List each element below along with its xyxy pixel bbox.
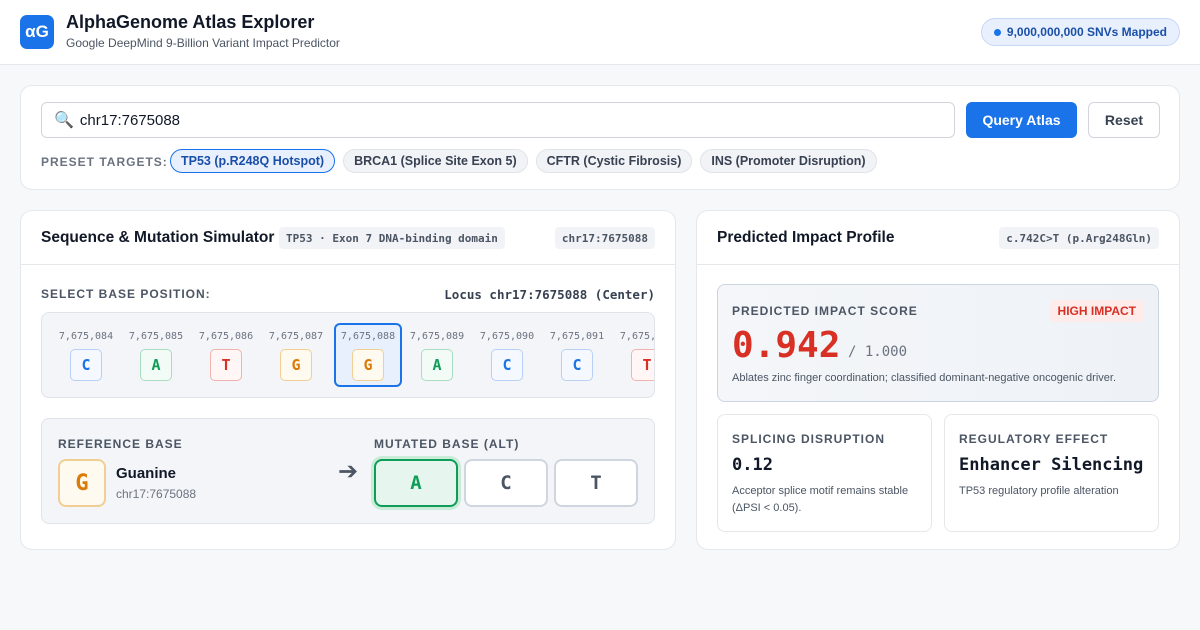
mutation-box: REFERENCE BASE G Guanine chr17:7675088 ➔… [41, 418, 655, 524]
panel-title: Sequence & Mutation Simulator [41, 229, 275, 246]
hgvs-tag: c.742C>T (p.Arg248Gln) [999, 227, 1159, 249]
base-position[interactable]: 7,675,089 A [403, 323, 471, 387]
preset-chip-ins[interactable]: INS (Promoter Disruption) [700, 149, 877, 173]
impact-score-card: PREDICTED IMPACT SCORE HIGH IMPACT 0.942… [717, 284, 1159, 402]
impact-score-value: 0.942 [732, 325, 841, 366]
splicing-description: Acceptor splice motif remains stable (ΔP… [732, 485, 909, 514]
search-box[interactable]: 🔍 [41, 102, 955, 138]
reference-base-label: REFERENCE BASE [58, 437, 183, 451]
base-tile: T [210, 349, 242, 381]
position-number: 7,675,084 [58, 331, 114, 342]
mutated-base-label: MUTATED BASE (ALT) [374, 437, 520, 451]
position-number: 7,675,087 [268, 331, 324, 342]
preset-targets-label: PRESET TARGETS: [41, 155, 168, 169]
base-tile: C [70, 349, 102, 381]
base-tile: G [280, 349, 312, 381]
preset-chip-tp53[interactable]: TP53 (p.R248Q Hotspot) [170, 149, 336, 173]
base-tile: C [491, 349, 523, 381]
position-number: 7,675,090 [479, 331, 535, 342]
impact-profile-panel: Predicted Impact Profile c.742C>T (p.Arg… [696, 210, 1180, 550]
reference-base-tile: G [58, 459, 106, 507]
position-number: 7,675,091 [549, 331, 605, 342]
alt-base-button-c[interactable]: C [464, 459, 548, 507]
search-icon: 🔍 [54, 112, 74, 129]
base-position-selected[interactable]: 7,675,088 G [334, 323, 402, 387]
panel-header: Predicted Impact Profile c.742C>T (p.Arg… [697, 211, 1179, 265]
app-logo: αG [20, 15, 54, 49]
position-number: 7,675,088 [340, 331, 396, 342]
splicing-disruption-card: SPLICING DISRUPTION 0.12 Acceptor splice… [717, 414, 932, 532]
status-dot-icon [993, 28, 1001, 36]
base-position-strip: 7,675,084 C 7,675,085 A 7,675,086 T 7,67… [41, 312, 655, 398]
locus-tag: chr17:7675088 [554, 227, 655, 249]
top-bar: αG AlphaGenome Atlas Explorer Google Dee… [0, 0, 1200, 65]
base-position[interactable]: 7,675,092 T [613, 323, 655, 387]
base-tile: T [631, 349, 654, 381]
snv-status-text: 9,000,000,000 SNVs Mapped [1006, 25, 1167, 39]
search-input[interactable] [79, 111, 920, 129]
base-tile: A [140, 349, 172, 381]
search-card: 🔍 Query Atlas Reset PRESET TARGETS: TP53… [20, 85, 1180, 190]
impact-score-label: PREDICTED IMPACT SCORE [732, 304, 918, 318]
regulatory-value: Enhancer Silencing [959, 455, 1144, 475]
splicing-value: 0.12 [732, 455, 773, 475]
base-tile: A [421, 349, 453, 381]
impact-score-max: / 1.000 [848, 344, 908, 360]
position-number: 7,675,089 [409, 331, 465, 342]
sequence-simulator-panel: Sequence & Mutation Simulator TP53 · Exo… [20, 210, 676, 550]
base-position[interactable]: 7,675,091 C [543, 323, 611, 387]
reference-base-coord: chr17:7675088 [116, 487, 197, 501]
panel-title: Predicted Impact Profile [717, 229, 895, 246]
position-number: 7,675,086 [198, 331, 254, 342]
preset-chip-cftr[interactable]: CFTR (Cystic Fibrosis) [535, 149, 693, 173]
preset-targets-list: TP53 (p.R248Q Hotspot) BRCA1 (Splice Sit… [170, 149, 877, 173]
impact-score-description: Ablates zinc finger coordination; classi… [732, 372, 1116, 384]
regulatory-label: REGULATORY EFFECT [959, 432, 1109, 446]
snv-status-pill: 9,000,000,000 SNVs Mapped [980, 18, 1180, 46]
impact-level-badge: HIGH IMPACT [1049, 300, 1144, 322]
regulatory-effect-card: REGULATORY EFFECT Enhancer Silencing TP5… [944, 414, 1159, 532]
base-tile: G [352, 349, 384, 381]
app-title: AlphaGenome Atlas Explorer [66, 12, 315, 32]
reset-button[interactable]: Reset [1088, 102, 1160, 138]
panel-header: Sequence & Mutation Simulator TP53 · Exo… [21, 211, 675, 265]
preset-chip-brca1[interactable]: BRCA1 (Splice Site Exon 5) [343, 149, 528, 173]
base-position[interactable]: 7,675,085 A [122, 323, 190, 387]
select-position-label: SELECT BASE POSITION: [41, 287, 211, 301]
base-position[interactable]: 7,675,087 G [262, 323, 330, 387]
base-position[interactable]: 7,675,090 C [473, 323, 541, 387]
splicing-label: SPLICING DISRUPTION [732, 432, 886, 446]
reference-base-name: Guanine [116, 465, 177, 482]
exon-tag: TP53 · Exon 7 DNA-binding domain [279, 227, 505, 249]
base-tile: C [561, 349, 593, 381]
alt-base-button-a[interactable]: A [374, 459, 458, 507]
base-position[interactable]: 7,675,086 T [192, 323, 260, 387]
locus-center-text: Locus chr17:7675088 (Center) [444, 287, 655, 302]
app-subtitle: Google DeepMind 9-Billion Variant Impact… [66, 36, 340, 50]
position-number: 7,675,085 [128, 331, 184, 342]
alt-base-button-t[interactable]: T [554, 459, 638, 507]
query-atlas-button[interactable]: Query Atlas [966, 102, 1077, 138]
position-number: 7,675,092 [619, 331, 655, 342]
regulatory-description: TP53 regulatory profile alteration [959, 485, 1119, 497]
base-position[interactable]: 7,675,084 C [52, 323, 120, 387]
arrow-right-icon: ➔ [338, 458, 359, 485]
